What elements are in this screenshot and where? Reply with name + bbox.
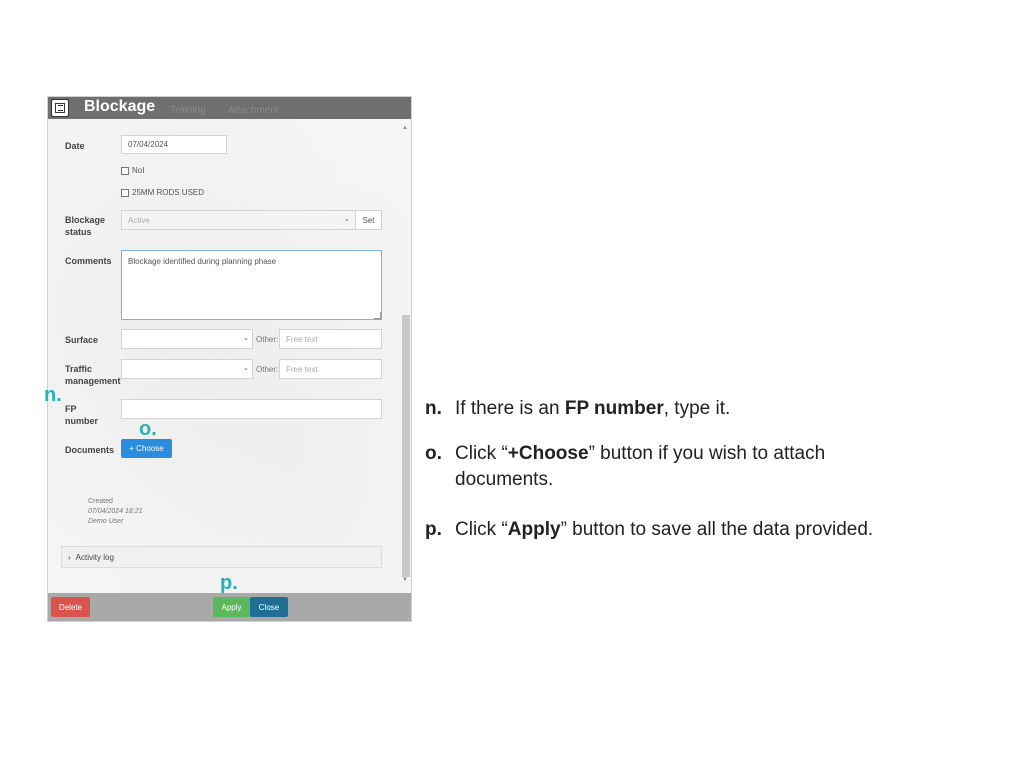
- traffic-other-label: Other:: [256, 365, 279, 374]
- chevron-right-icon: ›: [68, 552, 71, 562]
- activity-log-toggle[interactable]: › Activity log: [61, 546, 382, 568]
- form-icon[interactable]: [51, 99, 69, 117]
- checkbox-box[interactable]: [121, 188, 129, 197]
- instruction-n: n. If there is an FP number, type it.: [425, 396, 1005, 422]
- rods-checkbox[interactable]: 25MM RODS USED: [121, 188, 204, 197]
- chevron-down-icon: ⌄: [243, 365, 249, 372]
- tab-training[interactable]: Training: [170, 105, 206, 116]
- instruction-letter: o.: [425, 443, 442, 464]
- choose-documents-button[interactable]: + Choose: [121, 439, 172, 458]
- scrollbar-thumb[interactable]: [402, 315, 410, 577]
- instruction-text: Click “: [455, 519, 508, 540]
- instruction-o: o. Click “+Choose” button if you wish to …: [425, 441, 925, 493]
- marker-o: o.: [139, 418, 157, 440]
- scroll-down-arrow-icon[interactable]: ▼: [402, 577, 408, 583]
- instruction-bold: Apply: [507, 519, 561, 540]
- delete-button[interactable]: Delete: [51, 597, 90, 617]
- instruction-text: If there is an: [455, 398, 565, 419]
- dialog-titlebar: Blockage Training Attachment: [48, 97, 411, 119]
- instruction-text: , type it.: [663, 398, 731, 419]
- fp-number-label: FP number: [65, 404, 99, 426]
- instruction-p: p. Click “Apply” button to save all the d…: [425, 517, 1015, 543]
- apply-button[interactable]: Apply: [213, 597, 250, 617]
- tab-attachment[interactable]: Attachment: [228, 105, 279, 116]
- set-status-button[interactable]: Set: [355, 210, 382, 230]
- rods-checkbox-label: 25MM RODS USED: [132, 188, 205, 197]
- blockage-dialog: Blockage Training Attachment Date 07/04/…: [47, 96, 412, 622]
- dialog-footer: Delete Apply Close: [48, 593, 411, 621]
- close-button[interactable]: Close: [250, 597, 288, 617]
- resize-handle-icon[interactable]: [374, 312, 381, 319]
- traffic-management-label: Traffic management: [65, 364, 121, 386]
- created-datetime: 07/04/2024 18:21: [88, 508, 143, 515]
- instruction-letter: p.: [425, 519, 442, 540]
- activity-log-label: Activity log: [75, 552, 114, 562]
- noi-checkbox-label: NoI: [132, 166, 145, 175]
- blockage-status-label: Blockage status: [65, 215, 106, 237]
- dialog-title: Blockage: [84, 98, 156, 115]
- instruction-text: ” button to save all the data provided.: [560, 519, 874, 540]
- documents-label: Documents: [65, 445, 115, 455]
- noi-checkbox[interactable]: NoI: [121, 166, 144, 175]
- checkbox-box[interactable]: [121, 166, 129, 175]
- traffic-other-input[interactable]: Free text: [279, 359, 382, 379]
- surface-label: Surface: [65, 335, 99, 345]
- scroll-up-arrow-icon[interactable]: ▲: [402, 125, 408, 131]
- marker-p: p.: [220, 572, 238, 594]
- date-label: Date: [65, 141, 85, 151]
- surface-other-label: Other:: [256, 335, 279, 344]
- comments-textarea[interactable]: Blockage identified during planning phas…: [121, 250, 382, 320]
- instruction-bold: +Choose: [507, 443, 589, 464]
- date-input[interactable]: 07/04/2024: [121, 135, 227, 154]
- scrollbar[interactable]: ▲ ▼: [402, 125, 410, 587]
- surface-select[interactable]: [121, 329, 253, 349]
- created-label: Created: [88, 498, 113, 505]
- chevron-down-icon: ⌄: [243, 335, 249, 342]
- marker-n: n.: [44, 384, 62, 406]
- created-user: Demo User: [88, 518, 124, 525]
- chevron-down-icon: ⌄: [344, 216, 350, 223]
- blockage-status-select[interactable]: Active: [121, 210, 356, 230]
- surface-other-input[interactable]: Free text: [279, 329, 382, 349]
- traffic-management-select[interactable]: [121, 359, 253, 379]
- comments-label: Comments: [65, 256, 112, 266]
- fp-number-input[interactable]: [121, 399, 382, 419]
- instruction-letter: n.: [425, 398, 442, 419]
- instruction-bold: FP number: [564, 398, 664, 419]
- instruction-text: Click “: [455, 443, 508, 464]
